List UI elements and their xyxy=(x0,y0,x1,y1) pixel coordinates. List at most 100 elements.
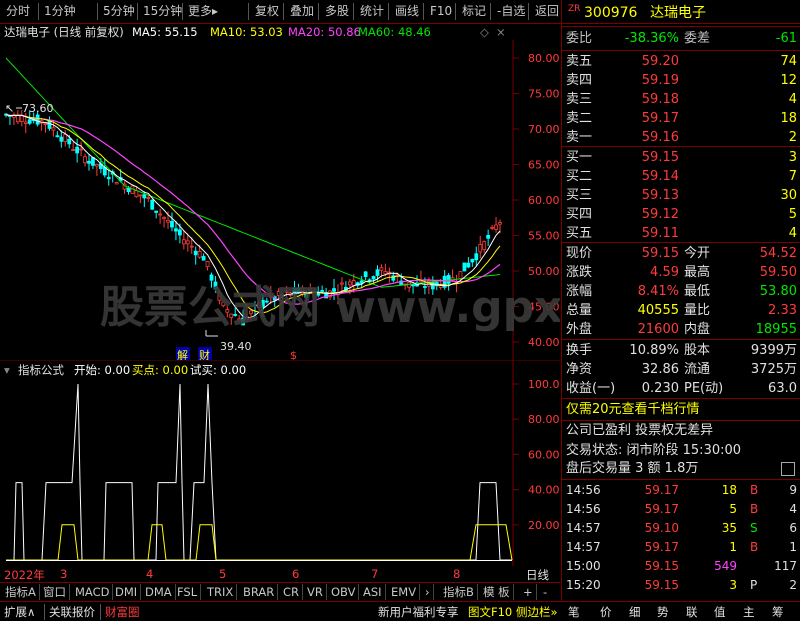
multi-stock-button[interactable]: 多股 xyxy=(318,3,349,20)
tab-trix[interactable]: TRIX xyxy=(204,584,238,600)
tick-row: 14:57 59.10 35 S 6 xyxy=(562,519,800,538)
tab-fsl[interactable]: FSL xyxy=(174,584,202,600)
tab-dma[interactable]: DMA xyxy=(142,584,176,600)
related-quote-button[interactable]: 关联报价 xyxy=(44,604,95,620)
tab-asi[interactable]: ASI xyxy=(360,584,386,600)
candle-body xyxy=(67,138,72,145)
candle-body xyxy=(27,119,32,124)
overlay-button[interactable]: 叠加 xyxy=(283,3,314,20)
tab-template[interactable]: 模 板 xyxy=(480,584,514,600)
diamond-icon[interactable]: ◇ xyxy=(480,24,489,40)
tick-time: 15:20 xyxy=(566,578,601,592)
bid-volume: 7 xyxy=(788,169,797,184)
candle-body xyxy=(189,245,194,248)
ask-row: 卖三 59.18 4 xyxy=(562,90,800,109)
tab-cr[interactable]: CR xyxy=(280,584,304,600)
mark-button[interactable]: 标记 xyxy=(455,3,486,20)
fund-value: 0.230 xyxy=(641,381,679,396)
bid-label: 买三 xyxy=(566,188,593,203)
new-user-promo[interactable]: 新用户福利专享 xyxy=(378,604,459,620)
candle-body xyxy=(383,270,388,275)
tab-indicator-a[interactable]: 指标A xyxy=(2,584,40,600)
tab-brar[interactable]: BRAR xyxy=(240,584,279,600)
back-button[interactable]: 返回 xyxy=(528,3,559,20)
price-tick: 65.00 xyxy=(528,159,560,172)
indicator-tick: 40.00 xyxy=(528,484,560,497)
ma60-line xyxy=(5,57,501,288)
bid-price: 59.13 xyxy=(641,188,679,203)
wealth-circle-button[interactable]: 财富圈 xyxy=(100,604,140,620)
candle-body xyxy=(470,259,475,263)
tab-indicator-b[interactable]: 指标B xyxy=(440,584,478,600)
trend-icon[interactable]: 势 xyxy=(657,604,669,620)
tick-count: 9 xyxy=(789,483,797,497)
finance-marker[interactable]: 财 xyxy=(199,348,210,360)
tick-row: 14:56 59.17 18 B 9 xyxy=(562,481,800,500)
detail-icon[interactable]: 细 xyxy=(629,604,641,620)
bid-price: 59.11 xyxy=(641,226,679,241)
period-15min[interactable]: 15分钟 xyxy=(137,3,182,20)
bar-chart-icon[interactable] xyxy=(781,462,795,476)
quote-row: 总量 40555 量比 2.33 xyxy=(562,301,800,320)
indicator-tick: 60.00 xyxy=(528,448,560,461)
statistics-button[interactable]: 统计 xyxy=(353,3,384,20)
pen-icon[interactable]: 笔 xyxy=(568,604,580,620)
bid-price: 59.12 xyxy=(641,207,679,222)
main-icon[interactable]: 主 xyxy=(743,604,755,620)
stock-name: 达瑞电子 xyxy=(650,5,706,21)
candle-body xyxy=(35,114,40,125)
close-icon[interactable]: × xyxy=(496,24,506,40)
promo-row[interactable]: 仅需20元查看千档行情 xyxy=(562,400,800,419)
draw-line-button[interactable]: 画线 xyxy=(388,3,419,20)
trade-status-row: 交易状态: 闭市阶段 15:30:00 xyxy=(566,443,742,458)
f10-graphic-button[interactable]: 图文F10 xyxy=(468,604,512,620)
candle-body xyxy=(181,239,186,245)
ask-volume: 4 xyxy=(788,92,797,107)
candle-body xyxy=(209,274,214,281)
f10-button[interactable]: F10 xyxy=(423,3,452,20)
remove-indicator-button[interactable]: - xyxy=(540,584,550,600)
tab-obv[interactable]: OBV xyxy=(328,584,360,600)
unlock-marker[interactable]: 解 xyxy=(177,348,188,360)
quote-label: 今开 xyxy=(684,246,711,261)
sidebar-toggle[interactable]: 侧边栏» xyxy=(516,604,558,620)
low-annotation: 39.40 xyxy=(220,340,252,353)
tab-window[interactable]: 窗口 xyxy=(40,584,70,600)
tick-side: S xyxy=(750,521,758,535)
linked-icon[interactable]: 联 xyxy=(686,604,698,620)
price-icon[interactable]: 价 xyxy=(600,604,612,620)
more-periods[interactable]: 更多▸ xyxy=(182,3,218,20)
tab-vr[interactable]: VR xyxy=(304,584,327,600)
quote-value: 8.41% xyxy=(637,284,679,299)
period-intraday[interactable]: 分时 xyxy=(6,3,30,20)
date-axis: 2022年 3 4 5 6 7 8 日线 xyxy=(0,566,560,582)
tab-emv[interactable]: EMV xyxy=(388,584,421,600)
candle-body xyxy=(197,251,202,258)
bid-label: 买四 xyxy=(566,207,593,222)
period-5min[interactable]: 5分钟 xyxy=(97,3,135,20)
indicator-chart[interactable]: 100.0 80.00 60.00 40.00 20.00 xyxy=(0,360,560,566)
tick-price: 59.17 xyxy=(644,502,679,516)
quote-label: 最高 xyxy=(684,265,711,280)
period-1min[interactable]: 1分钟 xyxy=(38,3,76,20)
candlestick-chart[interactable]: 80.0075.0070.0065.0060.0055.0050.0045.00… xyxy=(0,40,560,360)
candle-body xyxy=(63,134,68,143)
period-label[interactable]: 日线 xyxy=(526,567,549,583)
add-indicator-button[interactable]: + xyxy=(520,584,537,600)
chips-icon[interactable]: 筹 xyxy=(772,604,784,620)
quote-label: 内盘 xyxy=(684,322,711,337)
remove-watchlist-button[interactable]: -自选 xyxy=(490,3,525,20)
scroll-right-icon[interactable]: › xyxy=(422,584,434,600)
value-icon[interactable]: 值 xyxy=(714,604,726,620)
tab-dmi[interactable]: DMI xyxy=(112,584,142,600)
expand-button[interactable]: 扩展∧ xyxy=(4,604,35,620)
adjust-button[interactable]: 复权 xyxy=(248,3,279,20)
price-tick: 55.00 xyxy=(528,230,560,243)
tab-macd[interactable]: MACD xyxy=(72,584,114,600)
indicator-tick: 20.00 xyxy=(528,519,560,532)
candle-body xyxy=(205,261,210,267)
ask-label: 卖一 xyxy=(566,130,593,145)
dollar-marker[interactable]: $ xyxy=(290,349,297,360)
tick-volume: 18 xyxy=(721,483,737,497)
fund-value: 63.0 xyxy=(768,381,797,396)
